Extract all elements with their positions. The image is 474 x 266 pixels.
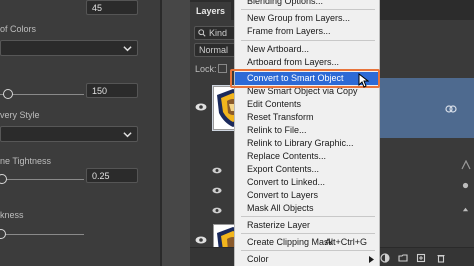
menu-item-label: Color [247,254,269,264]
value-field-3[interactable]: 0.25 [86,168,138,183]
menu-item-shortcut: Alt+Ctrl+G [324,237,367,247]
fx-indicator-icon [461,160,471,170]
menu-separator [241,216,375,217]
menu-item-convert-to-layers[interactable]: Convert to Layers [235,189,379,202]
lock-label: Lock: [195,64,217,74]
colors-label: of Colors [0,24,37,34]
selected-highlight [380,78,474,138]
adjustment-layer-icon[interactable] [380,253,390,263]
menu-item-create-clipping-mask[interactable]: Create Clipping Mask Alt+Ctrl+G [235,236,379,249]
chevron-down-icon [123,132,132,138]
chevron-down-icon [123,46,132,52]
menu-item-export-contents[interactable]: Export Contents... [235,163,379,176]
filter-kind-label: Kind [209,28,228,38]
tab-layers[interactable]: Layers [190,2,232,20]
scroll-indicator-icon [462,182,469,189]
menu-separator [241,233,375,234]
menu-item-convert-to-linked[interactable]: Convert to Linked... [235,176,379,189]
slider-track-2[interactable] [0,179,84,180]
lock-transparency-toggle[interactable] [218,64,227,73]
menu-item-label: Create Clipping Mask [247,237,334,247]
menu-item-rasterize-layer[interactable]: Rasterize Layer [235,219,379,232]
menu-item-artboard-from-layers[interactable]: Artboard from Layers... [235,56,379,69]
menu-separator [241,9,375,10]
menu-separator [241,250,375,251]
eye-icon[interactable] [195,103,207,111]
slider-knob-2[interactable] [0,174,7,184]
slider-track-3[interactable] [0,234,84,235]
menu-separator [241,40,375,41]
menu-item-new-artboard[interactable]: New Artboard... [235,43,379,56]
trash-icon[interactable] [436,253,446,263]
panel-gutter [162,0,190,266]
scroll-indicator-icon [462,207,469,212]
menu-item-reset-transform[interactable]: Reset Transform [235,111,379,124]
colors-dropdown[interactable] [0,40,138,56]
layer-context-menu: Blending Options... New Group from Layer… [234,0,380,266]
style-dropdown[interactable] [0,126,138,142]
eye-icon[interactable] [212,207,222,214]
slider-knob-1[interactable] [3,89,13,99]
eye-icon[interactable] [212,187,222,194]
blend-mode-label: Normal [199,45,229,55]
group-folder-icon[interactable] [398,253,408,263]
slider-knob-3[interactable] [0,229,6,239]
menu-item-frame-from-layers[interactable]: Frame from Layers... [235,25,379,38]
menu-item-replace-contents[interactable]: Replace Contents... [235,150,379,163]
style-label: very Style [0,110,40,120]
thickness-label: kness [0,210,24,220]
properties-panel: 45 of Colors 150 very Style ne Tightness… [0,0,160,266]
value-field-2[interactable]: 150 [86,83,138,98]
menu-item-relink-to-file[interactable]: Relink to File... [235,124,379,137]
menu-item-new-group-from-layers[interactable]: New Group from Layers... [235,12,379,25]
menu-item-edit-contents[interactable]: Edit Contents [235,98,379,111]
value-field-1[interactable]: 45 [86,0,138,15]
submenu-arrow-icon [369,256,374,263]
menu-item-mask-all-objects[interactable]: Mask All Objects [235,202,379,215]
eye-icon[interactable] [195,236,207,244]
search-icon [198,29,206,37]
menu-separator [241,70,375,71]
menu-item-color[interactable]: Color [235,253,379,266]
tightness-label: ne Tightness [0,156,52,166]
mouse-cursor-icon [358,73,369,88]
smart-object-link-icon [445,105,457,113]
eye-icon[interactable] [212,167,222,174]
menu-item-relink-to-library-graphic[interactable]: Relink to Library Graphic... [235,137,379,150]
menu-item-blending-options[interactable]: Blending Options... [235,0,379,8]
new-layer-icon[interactable] [416,253,426,263]
